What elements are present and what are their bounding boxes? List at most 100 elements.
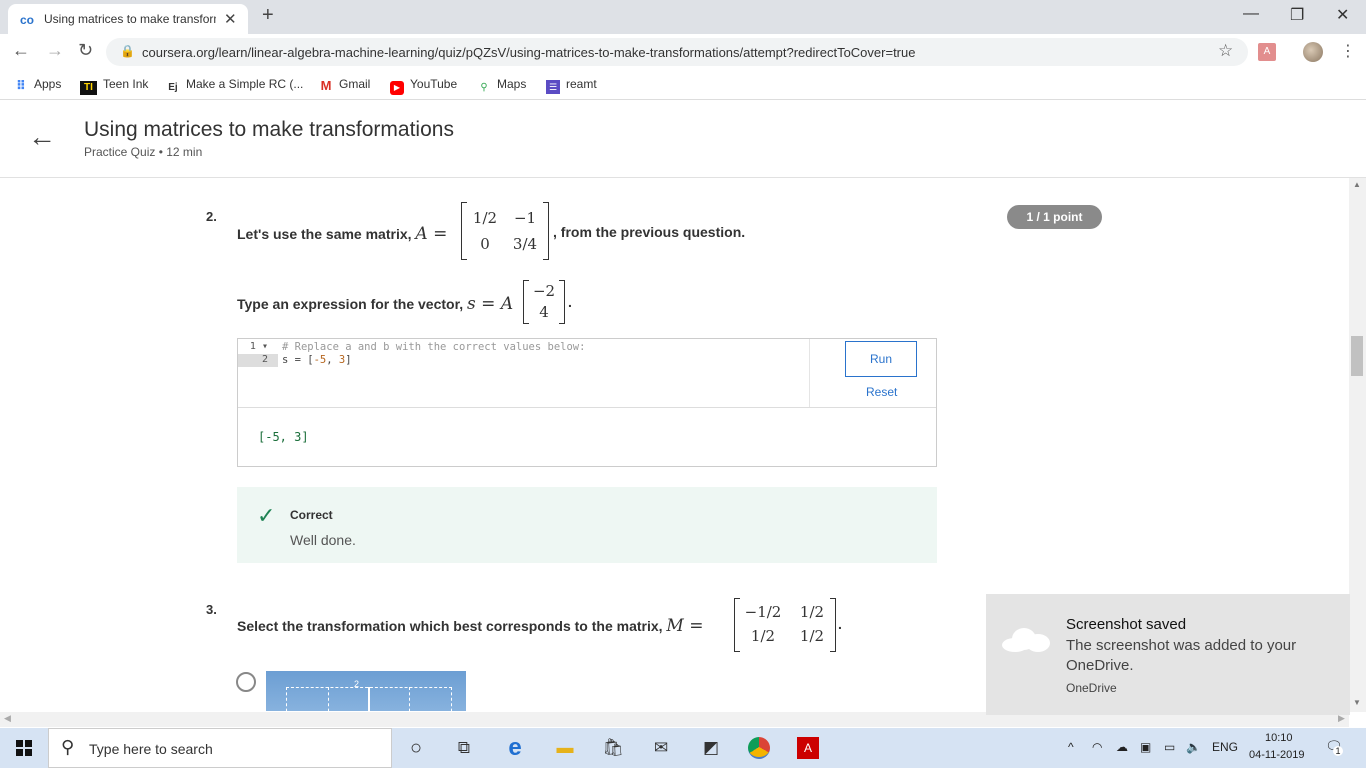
display-icon[interactable]: ▣ bbox=[1140, 740, 1151, 754]
windows-start-icon[interactable] bbox=[16, 740, 32, 756]
line-number: 1 ▾ bbox=[249, 341, 268, 352]
scroll-down-icon[interactable]: ▼ bbox=[1353, 698, 1361, 707]
tab-title: Using matrices to make transform bbox=[44, 12, 216, 26]
close-tab-icon[interactable]: ✕ bbox=[224, 10, 237, 28]
wifi-icon[interactable]: ◠ bbox=[1092, 740, 1102, 754]
feedback-title: Correct bbox=[290, 508, 333, 522]
bookmark-star-icon[interactable]: ☆ bbox=[1218, 41, 1233, 61]
matrix-m: −1/2 1/2 1/2 1/2 bbox=[734, 598, 836, 652]
output-text: [-5, 3] bbox=[258, 430, 309, 444]
question-text: Let's use the same matrix, A = bbox=[237, 224, 448, 244]
minimize-icon[interactable]: — bbox=[1243, 5, 1259, 23]
toast-source: OneDrive bbox=[1066, 681, 1117, 695]
answer-radio[interactable] bbox=[236, 672, 256, 692]
pdf-extension-icon[interactable]: A bbox=[1258, 43, 1276, 61]
code-comment: # Replace a and b with the correct value… bbox=[282, 341, 586, 353]
page-subtitle: Practice Quiz • 12 min bbox=[84, 145, 203, 159]
app-icon[interactable]: ◩ bbox=[700, 737, 722, 759]
bookmark-teen-ink[interactable]: TI Teen Ink bbox=[80, 77, 148, 95]
bookmarks-bar: ⠿ Apps TI Teen Ink Ej Make a Simple RC (...… bbox=[0, 70, 1366, 100]
volume-icon[interactable]: 🔈 bbox=[1186, 740, 1201, 754]
new-tab-button[interactable]: + bbox=[262, 4, 274, 27]
apps-grid-icon: ⠿ bbox=[15, 78, 27, 93]
clock-time[interactable]: 10:10 bbox=[1265, 732, 1293, 744]
line-number: 2 bbox=[238, 354, 278, 367]
scroll-up-icon[interactable]: ▲ bbox=[1353, 180, 1361, 189]
scroll-left-icon[interactable]: ◀ bbox=[4, 713, 11, 724]
store-icon[interactable]: 🛍 bbox=[602, 737, 624, 759]
profile-avatar[interactable] bbox=[1303, 42, 1323, 62]
list-icon: ☰ bbox=[546, 80, 560, 94]
toast-title: Screenshot saved bbox=[1066, 616, 1187, 633]
forward-icon[interactable]: → bbox=[46, 40, 64, 61]
coursera-favicon-icon: co bbox=[20, 13, 35, 27]
file-explorer-icon[interactable]: ▬ bbox=[554, 737, 576, 759]
task-view-icon[interactable]: ⧉ bbox=[453, 737, 475, 759]
action-center-icon[interactable]: 🗨 1 bbox=[1325, 738, 1343, 756]
checkmark-icon: ✓ bbox=[257, 503, 276, 528]
onedrive-icon[interactable]: ☁ bbox=[1116, 740, 1128, 754]
question-period: . bbox=[838, 616, 842, 632]
feedback-message: Well done. bbox=[290, 532, 356, 548]
reload-icon[interactable]: ↻ bbox=[78, 40, 93, 61]
code-editor[interactable]: 1 ▾ 2 # Replace a and b with the correct… bbox=[238, 339, 810, 407]
maps-icon: ⚲ bbox=[480, 82, 488, 93]
ej-icon: Ej bbox=[168, 82, 178, 93]
matrix-a: 1/2 −1 0 3/4 bbox=[461, 202, 549, 260]
close-window-icon[interactable]: ✕ bbox=[1336, 5, 1349, 25]
lock-icon: 🔒 bbox=[120, 44, 135, 58]
points-badge: 1 / 1 point bbox=[1007, 205, 1102, 229]
notification-toast[interactable]: Screenshot saved The screenshot was adde… bbox=[986, 594, 1350, 715]
prompt-period: . bbox=[568, 294, 572, 310]
browser-toolbar: ← → ↻ 🔒 coursera.org/learn/linear-algebr… bbox=[0, 34, 1366, 70]
gmail-icon: M bbox=[320, 78, 332, 93]
language-indicator[interactable]: ENG bbox=[1212, 740, 1238, 754]
question-text-end: , from the previous question. bbox=[553, 224, 746, 240]
code-output: [-5, 3] bbox=[238, 407, 936, 467]
search-icon: ⚲ bbox=[61, 737, 75, 757]
quiz-header: ← Using matrices to make transformations… bbox=[0, 101, 1366, 178]
question-number: 3. bbox=[206, 602, 217, 617]
bookmark-maps[interactable]: ⚲ Maps bbox=[477, 77, 526, 95]
run-button[interactable]: Run bbox=[845, 341, 917, 377]
bookmark-reamt[interactable]: ☰ reamt bbox=[546, 77, 597, 94]
code-line: s = [-5, 3] bbox=[282, 354, 352, 366]
teen-ink-icon: TI bbox=[80, 81, 97, 95]
bookmark-gmail[interactable]: M Gmail bbox=[319, 77, 371, 93]
back-icon[interactable]: ← bbox=[12, 40, 30, 61]
browser-tab[interactable]: co Using matrices to make transform ✕ bbox=[8, 4, 248, 34]
cortana-icon[interactable]: ○ bbox=[405, 737, 427, 759]
back-arrow-icon[interactable]: ← bbox=[28, 121, 56, 153]
bookmark-youtube[interactable]: ▶ YouTube bbox=[390, 77, 457, 95]
mail-icon[interactable]: ✉ bbox=[650, 737, 672, 759]
scroll-thumb[interactable] bbox=[1351, 336, 1363, 376]
youtube-icon: ▶ bbox=[390, 81, 404, 95]
clock-date[interactable]: 04-11-2019 bbox=[1249, 749, 1304, 761]
chrome-icon[interactable] bbox=[748, 737, 770, 759]
address-bar[interactable]: 🔒 coursera.org/learn/linear-algebra-mach… bbox=[106, 38, 1248, 66]
onedrive-cloud-icon bbox=[1002, 628, 1050, 652]
url-text: coursera.org/learn/linear-algebra-machin… bbox=[142, 45, 916, 60]
axis-label: 2 bbox=[354, 679, 360, 689]
windows-taskbar: ⚲ Type here to search ○ ⧉ e ▬ 🛍 ✉ ◩ A ^ … bbox=[0, 728, 1366, 768]
vector: −2 4 bbox=[523, 280, 565, 324]
battery-icon[interactable]: ▭ bbox=[1164, 740, 1175, 754]
edge-icon[interactable]: e bbox=[504, 736, 526, 760]
bookmark-apps[interactable]: ⠿ Apps bbox=[14, 77, 61, 93]
vertical-scrollbar[interactable]: ▲ ▼ bbox=[1349, 178, 1366, 712]
option-image[interactable]: 2 bbox=[266, 671, 466, 711]
page-title: Using matrices to make transformations bbox=[84, 118, 454, 141]
restore-icon[interactable]: ❐ bbox=[1290, 5, 1304, 25]
bookmark-make-rc[interactable]: Ej Make a Simple RC (... bbox=[166, 77, 303, 95]
question-number: 2. bbox=[206, 209, 217, 224]
notification-count: 1 bbox=[1333, 746, 1343, 756]
taskbar-search[interactable]: ⚲ Type here to search bbox=[48, 728, 392, 768]
tab-strip: co Using matrices to make transform ✕ + … bbox=[0, 0, 1366, 34]
acrobat-icon[interactable]: A bbox=[797, 737, 819, 759]
search-placeholder: Type here to search bbox=[89, 741, 213, 757]
show-hidden-icons[interactable]: ^ bbox=[1068, 740, 1074, 754]
question-prompt: Type an expression for the vector, s = A bbox=[237, 294, 514, 314]
toast-body: The screenshot was added to your OneDriv… bbox=[1066, 637, 1297, 674]
reset-link[interactable]: Reset bbox=[866, 385, 897, 399]
chrome-menu-icon[interactable]: ⋮ bbox=[1340, 41, 1356, 61]
